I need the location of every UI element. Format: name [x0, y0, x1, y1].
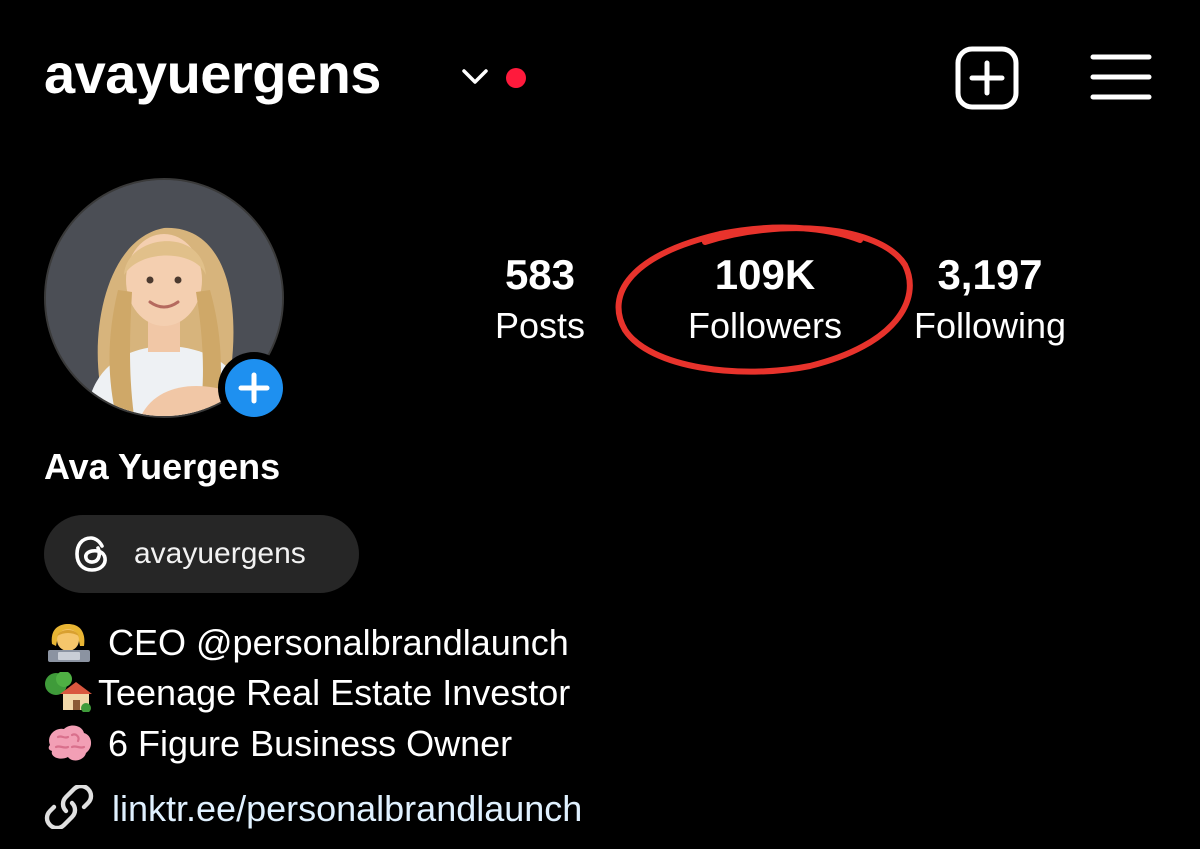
threads-icon [75, 536, 107, 572]
new-post-icon[interactable] [955, 46, 1019, 110]
bio-text: Teenage Real Estate Investor [98, 672, 571, 713]
stat-followers-label: Followers [687, 305, 843, 346]
link-text[interactable]: linktr.ee/personalbrandlaunch [112, 788, 582, 829]
notification-dot [506, 68, 526, 88]
bio-text: CEO @personalbrandlaunch [108, 622, 569, 663]
add-story-button[interactable] [218, 352, 290, 424]
link-icon [44, 785, 94, 829]
chevron-down-icon[interactable] [460, 66, 490, 88]
house-with-garden-emoji [44, 672, 94, 712]
stat-posts-value: 583 [504, 251, 576, 298]
bio-line: CEO @personalbrandlaunch [44, 622, 569, 662]
stat-following-label: Following [913, 305, 1067, 346]
stat-following-value: 3,197 [937, 251, 1043, 298]
bio-line: Teenage Real Estate Investor [44, 672, 570, 712]
stat-following[interactable]: 3,197 Following [895, 254, 1085, 344]
plus-icon [238, 372, 270, 404]
threads-handle: avayuergens [134, 537, 306, 570]
display-name: Ava Yuergens [44, 446, 281, 487]
stat-followers-value: 109K [714, 251, 816, 298]
bio-text: 6 Figure Business Owner [108, 723, 513, 764]
hamburger-menu-icon[interactable] [1090, 52, 1152, 102]
brain-emoji [44, 723, 94, 763]
stat-posts[interactable]: 583 Posts [470, 254, 610, 344]
stat-followers[interactable]: 109K Followers [665, 254, 865, 344]
profile-link[interactable]: linktr.ee/personalbrandlaunch [44, 785, 582, 830]
threads-badge[interactable]: avayuergens [44, 515, 359, 593]
bio-line: 6 Figure Business Owner [44, 723, 512, 763]
woman-technologist-emoji [44, 622, 94, 662]
stat-posts-label: Posts [494, 305, 586, 346]
username-title[interactable]: avayuergens [44, 46, 381, 102]
